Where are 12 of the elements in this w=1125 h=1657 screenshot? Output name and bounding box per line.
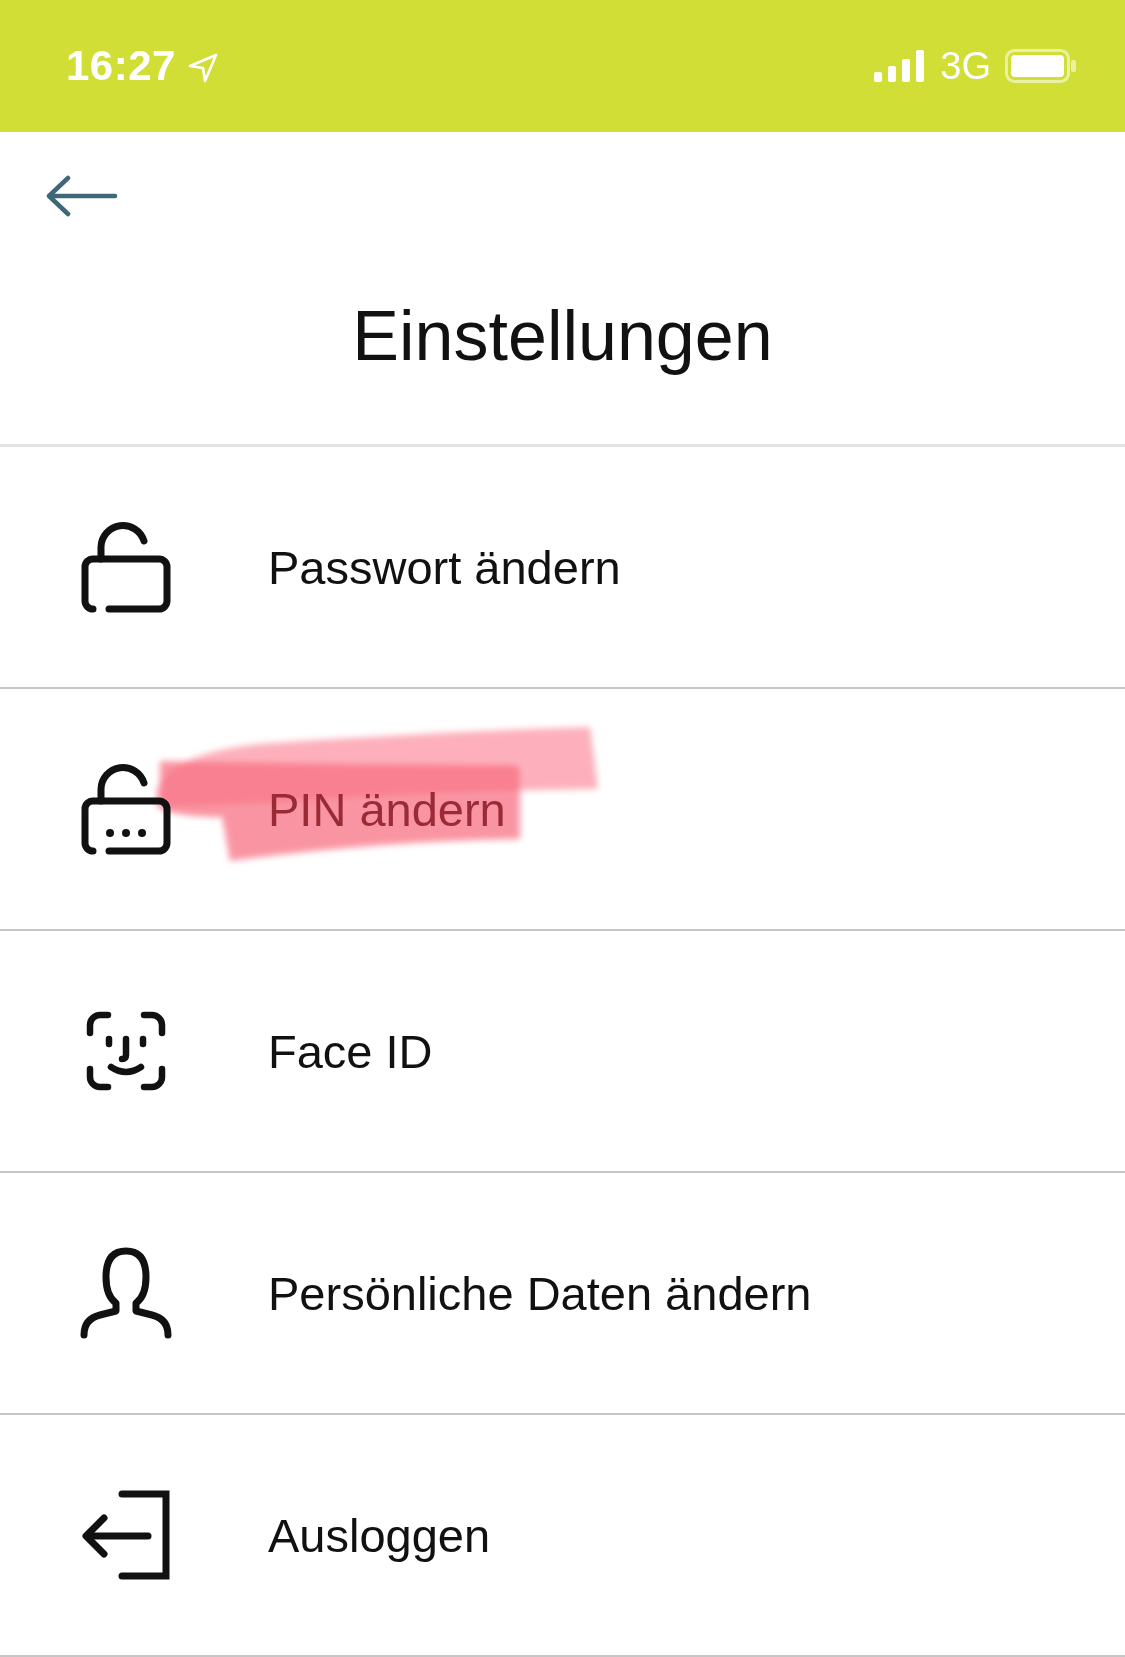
page-title: Einstellungen bbox=[351, 296, 774, 377]
person-icon bbox=[80, 1247, 172, 1339]
logout-icon bbox=[82, 1490, 170, 1580]
open-padlock-icon bbox=[81, 521, 171, 613]
signal-bars-icon bbox=[874, 50, 925, 82]
location-arrow-icon bbox=[187, 53, 218, 83]
padlock-dots-icon bbox=[81, 763, 171, 855]
status-time: 16:27 bbox=[66, 42, 176, 90]
face-scan-icon bbox=[86, 1011, 166, 1091]
back-button[interactable] bbox=[44, 174, 120, 218]
battery-icon bbox=[1005, 49, 1077, 83]
network-type: 3G bbox=[940, 44, 991, 88]
